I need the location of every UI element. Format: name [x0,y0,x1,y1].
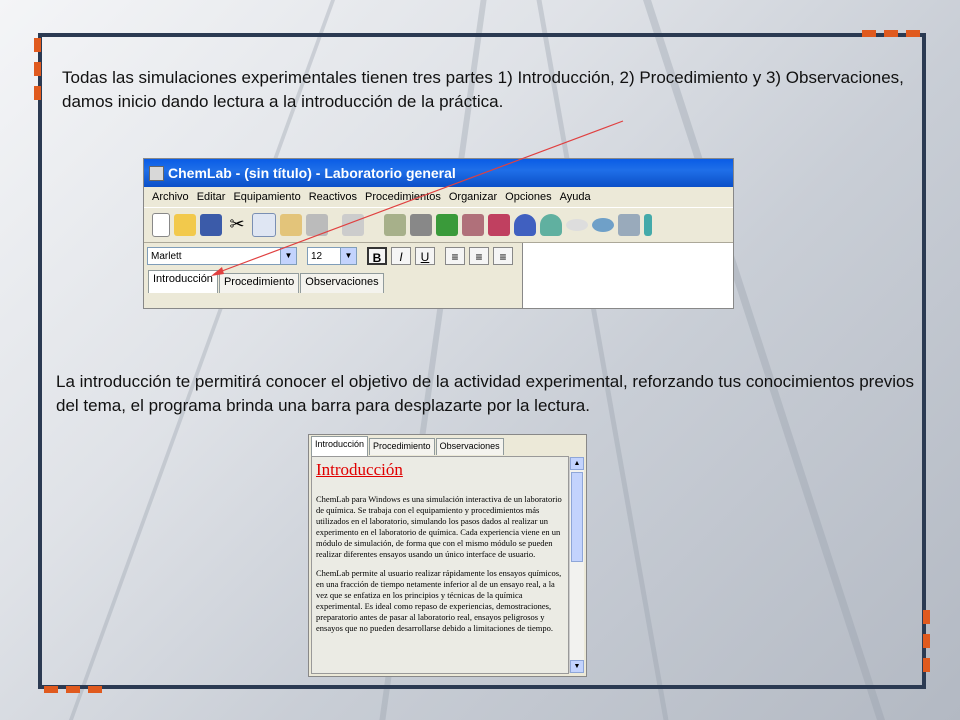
lab-workspace[interactable] [522,243,733,308]
intro-paragraph: Todas las simulaciones experimentales ti… [62,68,904,111]
font-name-value: Marlett [151,251,182,262]
chevron-down-icon[interactable]: ▼ [340,248,356,264]
tab-introduccion[interactable]: Introducción [148,270,218,293]
font-size-select[interactable]: 12 ▼ [307,247,357,265]
apparatus-icon[interactable] [410,214,432,236]
accent-dash [923,610,930,624]
open-folder-icon[interactable] [174,214,196,236]
window-tabs: Introducción Procedimiento Observaciones [148,270,385,293]
accent-dash [862,30,876,37]
flask-blue-icon[interactable] [514,214,536,236]
bowl-icon[interactable] [592,218,614,232]
menu-equipamiento[interactable]: Equipamiento [229,191,304,203]
introduction-panel-screenshot: Introducción Procedimiento Observaciones… [308,434,587,677]
format-toolbar: Marlett ▼ 12 ▼ B I U ≡ ≡ ≡ [144,243,525,269]
main-toolbar: ✂ [144,207,733,243]
tab-introduccion[interactable]: Introducción [311,436,369,456]
align-left-icon[interactable]: ≡ [445,247,465,265]
chevron-down-icon[interactable]: ▼ [280,248,296,264]
menu-ayuda[interactable]: Ayuda [556,191,595,203]
scroll-up-icon[interactable]: ▲ [570,457,584,470]
beaker-icon[interactable] [618,214,640,236]
description-paragraph: La introducción te permitirá conocer el … [56,372,915,415]
italic-button[interactable]: I [391,247,411,265]
accent-dash [884,30,898,37]
menu-bar: Archivo Editar Equipamiento Reactivos Pr… [144,187,733,207]
chemlab-window-screenshot: ChemLab - (sin título) - Laboratorio gen… [143,158,734,309]
menu-editar[interactable]: Editar [193,191,230,203]
panel-tabs: Introducción Procedimiento Observaciones [311,436,505,456]
menu-opciones[interactable]: Opciones [501,191,555,203]
tab-procedimiento[interactable]: Procedimiento [369,438,435,455]
menu-archivo[interactable]: Archivo [148,191,193,203]
align-center-icon[interactable]: ≡ [469,247,489,265]
cut-icon[interactable]: ✂ [226,214,248,236]
flask-green-icon[interactable] [540,214,562,236]
introduction-heading: Introducción [316,460,403,479]
introduction-text: ChemLab para Windows es una simulación i… [316,494,562,559]
accent-dash [923,634,930,648]
menu-organizar[interactable]: Organizar [445,191,501,203]
menu-procedimientos[interactable]: Procedimientos [361,191,445,203]
print-icon[interactable] [306,214,328,236]
new-file-icon[interactable] [152,213,170,237]
accent-dash [34,86,41,100]
accent-dash [88,686,102,693]
paste-icon[interactable] [280,214,302,236]
introduction-text-area[interactable]: Introducción ChemLab para Windows es una… [311,456,569,674]
window-title: ChemLab - (sin título) - Laboratorio gen… [168,165,456,181]
scroll-thumb[interactable] [571,472,583,562]
introduction-text: ChemLab permite al usuario realizar rápi… [316,568,562,633]
burner-icon[interactable] [436,214,458,236]
tab-observaciones[interactable]: Observaciones [435,438,504,455]
flask-tool-icon[interactable] [342,214,364,236]
window-titlebar: ChemLab - (sin título) - Laboratorio gen… [144,159,733,187]
beaker-container-icon[interactable] [384,214,406,236]
menu-reactivos[interactable]: Reactivos [305,191,361,203]
accent-dash [34,38,41,52]
accent-dash [44,686,58,693]
tab-procedimiento[interactable]: Procedimiento [218,273,300,293]
accent-dash [34,62,41,76]
chemlab-app-icon [149,166,164,181]
underline-button[interactable]: U [415,247,435,265]
scroll-down-icon[interactable]: ▼ [570,660,584,673]
copy-icon[interactable] [252,213,276,237]
bold-button[interactable]: B [367,247,387,265]
accent-dash [906,30,920,37]
tab-observaciones[interactable]: Observaciones [300,273,384,293]
dish-icon[interactable] [566,219,588,231]
bottle-icon[interactable] [462,214,484,236]
cylinder-icon[interactable] [644,214,652,236]
align-right-icon[interactable]: ≡ [493,247,513,265]
font-size-value: 12 [311,251,323,262]
accent-dash [66,686,80,693]
save-icon[interactable] [200,214,222,236]
vertical-scrollbar[interactable]: ▲ ▼ [569,457,584,673]
accent-dash [923,658,930,672]
test-tubes-icon[interactable] [488,214,510,236]
font-name-select[interactable]: Marlett ▼ [147,247,297,265]
